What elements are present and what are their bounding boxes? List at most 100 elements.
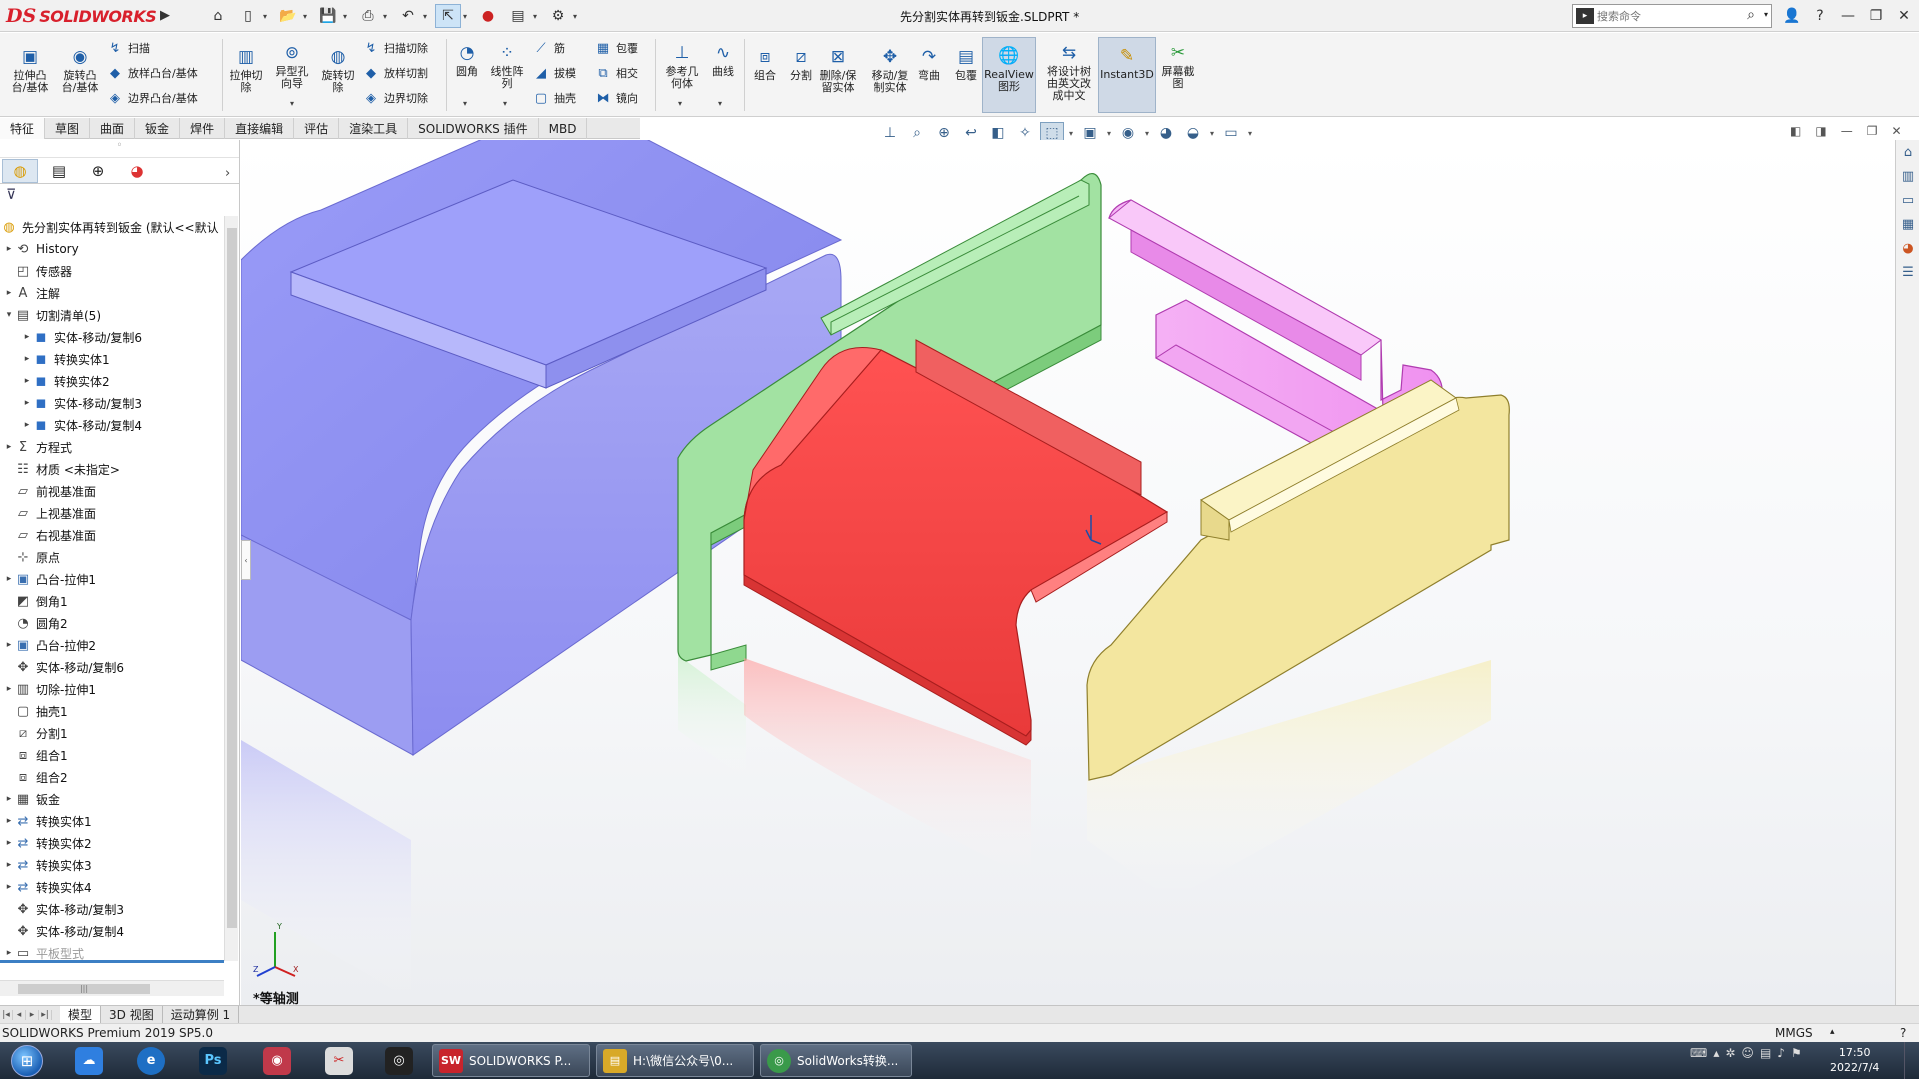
tree-item[interactable]: ✥ 实体-移动/复制6 [0, 656, 224, 678]
pattern-dropdown-icon[interactable]: ▾ [503, 99, 507, 108]
status-help[interactable]: ? [1900, 1026, 1906, 1040]
search-dropdown-icon[interactable]: ▾ [1764, 10, 1768, 19]
tab-motion-study[interactable]: 运动算例 1 [163, 1005, 240, 1024]
tab-render-tools[interactable]: 渲染工具 [339, 118, 409, 139]
tree-item[interactable]: ▸ ⇄ 转换实体2 [0, 832, 224, 854]
display-manager-tab-icon[interactable]: ◕ [119, 159, 155, 183]
tree-expander-icon[interactable]: ▸ [22, 420, 32, 430]
tree-item[interactable]: ▸ ▥ 切除-拉伸1 [0, 678, 224, 700]
undo-dropdown-icon[interactable]: ▾ [423, 12, 431, 21]
tab-evaluate[interactable]: 评估 [294, 118, 340, 139]
options-gear-icon[interactable]: ⚙ [545, 4, 571, 28]
taskbar-task-explorer[interactable]: ▤ H:\微信公众号\0... [596, 1044, 754, 1077]
pinwheel-tray-icon[interactable]: ✲ [1725, 1046, 1735, 1060]
tree-item[interactable]: ▱ 右视基准面 [0, 524, 224, 546]
tab-surfaces[interactable]: 曲面 [90, 118, 136, 139]
tree-expander-icon[interactable]: ▸ [22, 376, 32, 386]
tree-item[interactable]: ⧈ 组合1 [0, 744, 224, 766]
tree-expander-icon[interactable]: ▸ [4, 948, 14, 958]
tree-item[interactable]: ◩ 倒角1 [0, 590, 224, 612]
close-doc-icon[interactable]: ✕ [1891, 124, 1901, 138]
tree-expander-icon[interactable]: ▸ [4, 684, 14, 694]
select-dropdown-icon[interactable]: ▾ [463, 12, 471, 21]
unit-system[interactable]: MMGS [1775, 1026, 1813, 1040]
tree-item[interactable]: ▾ ▤ 切割清单(5) [0, 304, 224, 326]
instant3d-button[interactable]: ✎ Instant3D [1098, 37, 1156, 113]
tree-item[interactable]: ▸ Σ 方程式 [0, 436, 224, 458]
tree-item[interactable]: ▸ ⇄ 转换实体4 [0, 876, 224, 898]
search-input[interactable] [1597, 9, 1727, 23]
tree-item[interactable]: ▸ ⟲ History [0, 238, 224, 260]
tree-vertical-scrollbar[interactable] [224, 216, 238, 961]
extrude-boss-button[interactable]: ▣ 拉伸凸 台/基体 [8, 45, 52, 94]
properties-dropdown-icon[interactable]: ▾ [533, 12, 541, 21]
reference-geometry-button[interactable]: ⊥ 参考几 何体 [660, 41, 704, 90]
tree-item[interactable]: ▸ ▭ 平板型式 [0, 942, 224, 961]
tray-app-icon[interactable]: ▴ [1713, 1046, 1719, 1060]
home-icon[interactable]: ⌂ [205, 4, 231, 28]
translate-tree-button[interactable]: ⇆ 将设计树 由英文改 成中文 [1040, 41, 1098, 102]
start-button[interactable]: ⊞ [4, 1043, 50, 1078]
graphics-area[interactable]: ‹ Y X Z *等轴测 [241, 140, 1895, 1005]
flex-button[interactable]: ↷ 弯曲 [914, 45, 944, 82]
first-tab-icon[interactable]: |◂ [0, 1009, 13, 1020]
undo-icon[interactable]: ↶ [395, 4, 421, 28]
tree-scroll-thumb[interactable] [227, 228, 237, 928]
sweep-cut-button[interactable]: ↯ 扫描切除 [362, 39, 428, 57]
more-tabs-arrow-icon[interactable]: › [225, 166, 230, 181]
tree-expander-icon[interactable]: ▸ [4, 288, 14, 298]
tile-left-icon[interactable]: ◧ [1790, 124, 1801, 138]
tree-item[interactable]: ▸ ◼ 实体-移动/复制3 [0, 392, 224, 414]
user-account-icon[interactable]: 👤 [1780, 4, 1804, 28]
tree-item[interactable]: ▸ ◼ 实体-移动/复制6 [0, 326, 224, 348]
tree-expander-icon[interactable]: ▸ [4, 244, 14, 254]
design-library-icon[interactable]: ▥ [1897, 166, 1919, 188]
custom-properties-icon[interactable]: ☰ [1897, 262, 1919, 284]
tree-expander-icon[interactable]: ▸ [22, 398, 32, 408]
file-explorer-icon[interactable]: ▭ [1897, 190, 1919, 212]
tree-item[interactable]: ▱ 前视基准面 [0, 480, 224, 502]
tree-filter-icon[interactable]: ⊽ [0, 184, 239, 206]
fillet-button[interactable]: ◔ 圆角 [450, 41, 484, 78]
wrap-body-button[interactable]: ▤ 包覆 [950, 45, 982, 82]
clock[interactable]: 17:50 2022/7/4 [1830, 1045, 1879, 1075]
minimize-doc-icon[interactable]: — [1841, 124, 1853, 138]
tree-item[interactable]: ⧈ 组合2 [0, 766, 224, 788]
revolve-cut-button[interactable]: ◍ 旋转切 除 [318, 45, 358, 94]
tab-direct-editing[interactable]: 直接编辑 [225, 118, 295, 139]
move-copy-body-button[interactable]: ✥ 移动/复 制实体 [864, 45, 916, 94]
rib-button[interactable]: ⟋ 筋 [532, 39, 565, 57]
tab-features[interactable]: 特征 [0, 118, 46, 139]
delete-keep-body-button[interactable]: ⊠ 删除/保 留实体 [812, 45, 864, 94]
boundary-boss-button[interactable]: ◈ 边界凸台/基体 [106, 89, 198, 107]
tree-expander-icon[interactable]: ▸ [22, 354, 32, 364]
panel-splitter[interactable] [0, 960, 224, 963]
taskbar-task-chrome[interactable]: ◎ SolidWorks转换... [760, 1044, 912, 1077]
shell-button[interactable]: ▢ 抽壳 [532, 89, 576, 107]
tree-horizontal-scrollbar[interactable]: ||| [0, 980, 224, 996]
keyboard-tray-icon[interactable]: ⌨ [1690, 1046, 1707, 1060]
save-icon[interactable]: 💾 [315, 4, 341, 28]
linear-pattern-button[interactable]: ⁘ 线性阵 列 [486, 41, 528, 90]
loft-boss-button[interactable]: ◆ 放样凸台/基体 [106, 64, 198, 82]
wrap-button[interactable]: ▦ 包覆 [594, 39, 638, 57]
hole-wizard-dropdown-icon[interactable]: ▾ [290, 99, 294, 108]
loft-cut-button[interactable]: ◆ 放样切割 [362, 64, 428, 82]
network-tray-icon[interactable]: ▤ [1760, 1046, 1771, 1060]
save-dropdown-icon[interactable]: ▾ [343, 12, 351, 21]
curves-dropdown-icon[interactable]: ▾ [718, 99, 722, 108]
solidworks-resources-icon[interactable]: ⌂ [1897, 142, 1919, 164]
search-commands-box[interactable]: ▸ ⌕ ▾ [1572, 4, 1772, 28]
tree-item[interactable]: ◰ 传感器 [0, 260, 224, 282]
taskbar-media-app[interactable]: ◉ [254, 1044, 300, 1077]
extrude-cut-button[interactable]: ▥ 拉伸切 除 [226, 45, 266, 94]
configuration-manager-tab-icon[interactable]: ⊕ [80, 159, 116, 183]
units-dropdown-icon[interactable]: ▴ [1830, 1027, 1835, 1037]
show-desktop-button[interactable] [1904, 1042, 1919, 1079]
file-properties-icon[interactable]: ▤ [505, 4, 531, 28]
tree-expander-icon[interactable]: ▸ [4, 816, 14, 826]
taskbar-ev-recorder[interactable]: ◎ [376, 1044, 422, 1077]
restore-window-icon[interactable]: ❐ [1864, 4, 1888, 28]
mirror-button[interactable]: ⧓ 镜向 [594, 89, 639, 107]
curves-button[interactable]: ∿ 曲线 [706, 41, 740, 78]
